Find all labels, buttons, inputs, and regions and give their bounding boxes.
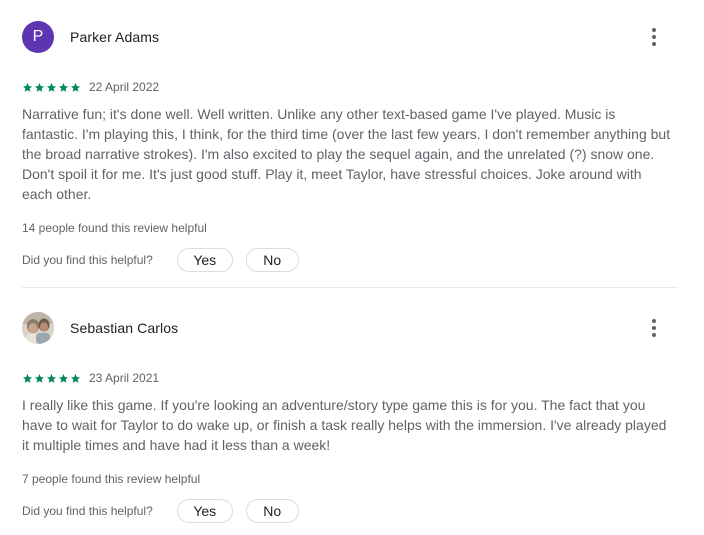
star-icon [22,82,33,92]
more-vert-icon-dot [652,42,656,46]
review-text: I really like this game. If you're looki… [22,397,667,453]
star-icon [70,82,81,92]
more-options-button[interactable] [638,312,670,344]
reviewer-name: Sebastian Carlos [70,320,179,336]
no-button[interactable]: No [245,499,299,523]
star-icon [46,373,57,383]
helpful-count: 14 people found this review helpful [22,221,207,235]
yes-button[interactable]: Yes [176,248,233,272]
star-icon [58,373,69,383]
reviewer-name: Parker Adams [70,29,160,45]
rating-row: 23 April 2021 [22,370,159,386]
star-rating [22,82,81,93]
star-icon [22,373,33,383]
review-date: 23 April 2021 [89,371,160,385]
star-icon [46,82,57,92]
more-vert-icon-dot [652,35,656,39]
no-button[interactable]: No [245,248,299,272]
star-icon [34,82,45,92]
helpful-feedback-row: Did you find this helpful? Yes No [22,248,299,272]
helpful-feedback-row: Did you find this helpful? Yes No [22,499,299,523]
avatar [22,312,54,344]
helpful-question: Did you find this helpful? [22,504,153,518]
more-vert-icon-dot [652,326,656,330]
avatar: P [22,21,54,53]
star-icon [70,373,81,383]
star-icon [58,82,69,92]
more-vert-icon [652,319,656,323]
review-date: 22 April 2022 [89,80,160,94]
avatar-photo [22,312,54,344]
divider [22,287,678,288]
star-icon [34,373,45,383]
helpful-count: 7 people found this review helpful [22,472,201,486]
more-vert-icon [652,28,656,32]
rating-row: 22 April 2022 [22,79,159,95]
more-options-button[interactable] [638,21,670,53]
star-rating [22,373,81,384]
review-text: Narrative fun; it's done well. Well writ… [22,106,671,202]
yes-button[interactable]: Yes [176,499,233,523]
helpful-question: Did you find this helpful? [22,253,153,267]
more-vert-icon-dot [652,333,656,337]
